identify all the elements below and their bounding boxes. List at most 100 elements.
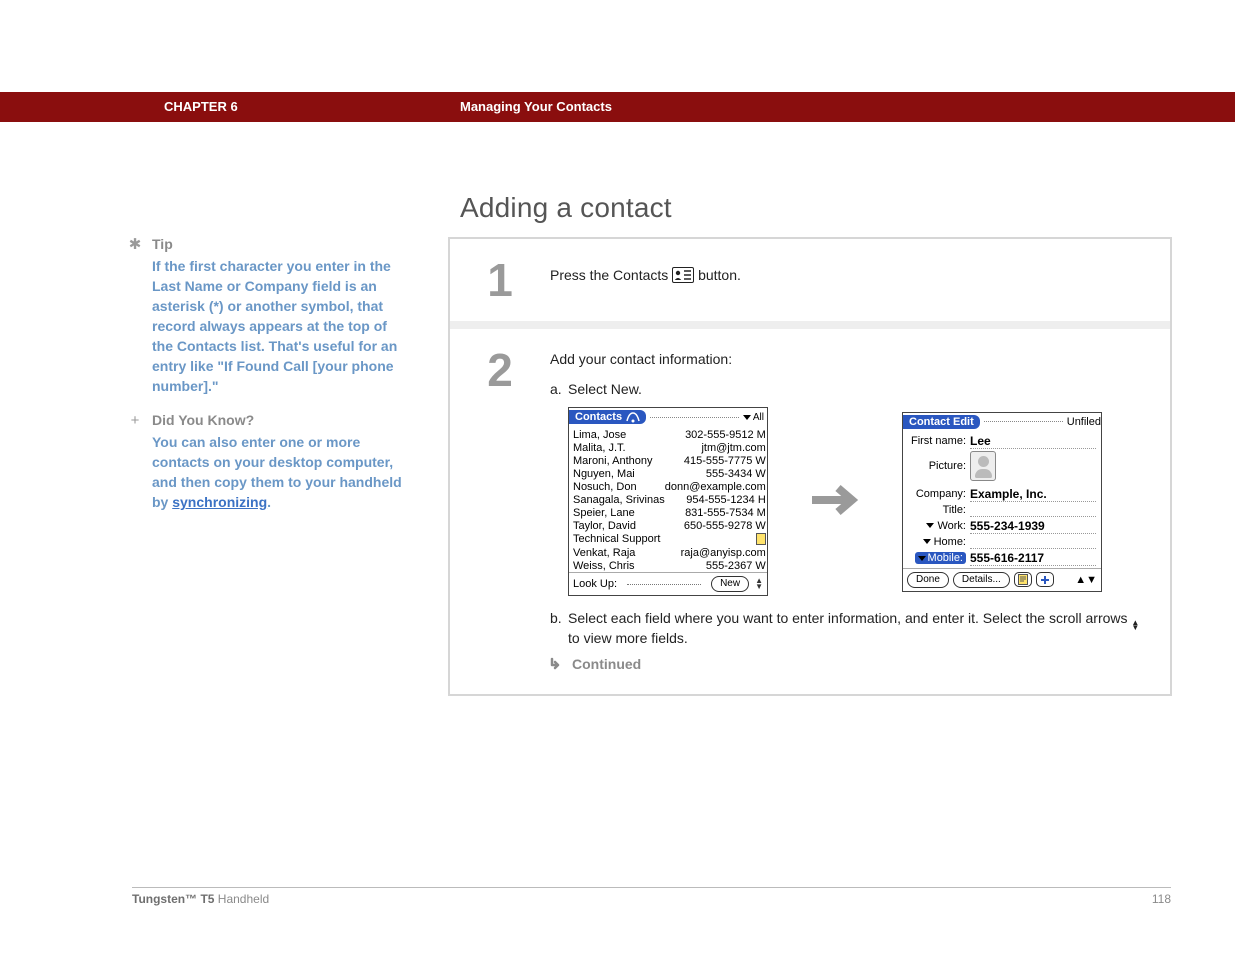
company-label: Company: xyxy=(908,488,970,500)
contact-value: raja@anyisp.com xyxy=(665,546,766,559)
sidebar: ✱ Tip If the first character you enter i… xyxy=(128,236,408,528)
contact-name: Weiss, Chris xyxy=(573,559,665,572)
mobile-label-text: Mobile: xyxy=(928,552,963,564)
contact-name: Technical Support xyxy=(573,532,665,546)
contact-name: Nosuch, Don xyxy=(573,480,665,493)
mobile-field[interactable]: 555-616-2117 xyxy=(970,551,1096,566)
done-button[interactable]: Done xyxy=(907,572,949,588)
plus-icon: + xyxy=(128,412,142,430)
contact-value: donn@example.com xyxy=(665,480,766,493)
step-2-content: Add your contact information: a. Select … xyxy=(550,329,1170,694)
contact-value: 415-555-7775 W xyxy=(665,454,766,467)
palm-contacts-screen: Contacts All xyxy=(568,407,768,596)
picture-placeholder-icon[interactable] xyxy=(970,451,996,481)
lookup-input[interactable] xyxy=(627,584,701,585)
new-button[interactable]: New xyxy=(711,576,749,592)
step-1-text-b: button. xyxy=(698,267,741,283)
step-1-number: 1 xyxy=(450,239,550,321)
synchronizing-link[interactable]: synchronizing xyxy=(172,494,267,510)
add-button[interactable] xyxy=(1036,572,1054,587)
palm-edit-screen: Contact Edit Unfiled First name: Lee xyxy=(902,412,1102,592)
chevron-down-icon xyxy=(923,539,931,544)
palm-category-text: All xyxy=(753,412,764,423)
contact-value: jtm@jtm.com xyxy=(665,441,766,454)
palm-edit-category[interactable]: Unfiled xyxy=(1067,416,1101,428)
details-button[interactable]: Details... xyxy=(953,572,1010,588)
firstname-field[interactable]: Lee xyxy=(970,434,1096,449)
tip-body: If the first character you enter in the … xyxy=(152,256,408,396)
title-label: Title: xyxy=(908,504,970,516)
tip-block: ✱ Tip If the first character you enter i… xyxy=(128,236,408,396)
list-item[interactable]: Malita, J.T.jtm@jtm.com xyxy=(573,441,766,454)
list-item[interactable]: Taylor, David650-555-9278 W xyxy=(573,519,766,532)
list-item[interactable]: Maroni, Anthony415-555-7775 W xyxy=(573,454,766,467)
lookup-label: Look Up: xyxy=(573,578,617,590)
palm-category-selector[interactable]: All xyxy=(743,412,767,423)
home-field[interactable] xyxy=(970,536,1096,549)
work-label-text: Work: xyxy=(937,520,966,532)
step-1-text-a: Press the Contacts xyxy=(550,267,672,283)
work-field[interactable]: 555-234-1939 xyxy=(970,519,1096,534)
scroll-arrows-icon[interactable]: ▲▼ xyxy=(1075,574,1097,586)
palm-edit-title: Contact Edit xyxy=(903,415,980,429)
title-field[interactable] xyxy=(970,504,1096,517)
list-item[interactable]: Lima, Jose302-555-9512 M xyxy=(573,428,766,441)
palm-contacts-title-text: Contacts xyxy=(575,411,622,423)
dyk-title: Did You Know? xyxy=(152,412,254,428)
palm-contacts-title: Contacts xyxy=(569,410,646,424)
product-name: Tungsten™ T5 Handheld xyxy=(132,892,269,906)
beam-icon xyxy=(626,412,640,423)
list-item[interactable]: Nguyen, Mai555-3434 W xyxy=(573,467,766,480)
work-label[interactable]: Work: xyxy=(908,520,970,532)
contact-name: Maroni, Anthony xyxy=(573,454,665,467)
scroll-arrows-icon: ▲▼ xyxy=(1131,620,1139,630)
scroll-arrows-icon[interactable]: ▲▼ xyxy=(755,578,763,590)
palm-contacts-list[interactable]: Lima, Jose302-555-9512 MMalita, J.T.jtm@… xyxy=(569,426,767,572)
asterisk-icon: ✱ xyxy=(128,236,142,254)
contact-value: 954-555-1234 H xyxy=(665,493,766,506)
contact-name: Malita, J.T. xyxy=(573,441,665,454)
mobile-label[interactable]: Mobile: xyxy=(908,552,970,565)
list-item[interactable]: Weiss, Chris555-2367 W xyxy=(573,559,766,572)
contact-value: 302-555-9512 M xyxy=(665,428,766,441)
list-item[interactable]: Venkat, Rajaraja@anyisp.com xyxy=(573,546,766,559)
dyk-block: + Did You Know? You can also enter one o… xyxy=(128,412,408,512)
arrow-right-icon xyxy=(808,480,862,523)
product-name-bold: Tungsten™ T5 xyxy=(132,892,214,906)
dyk-suffix: . xyxy=(267,494,271,510)
list-item[interactable]: Speier, Lane831-555-7534 M xyxy=(573,506,766,519)
page-heading: Adding a contact xyxy=(460,192,672,224)
list-item[interactable]: Technical Support xyxy=(573,532,766,546)
step-1: 1 Press the Contacts button. xyxy=(450,239,1170,329)
step-2b: b. Select each field where you want to e… xyxy=(550,610,1154,646)
tip-title: Tip xyxy=(152,236,173,252)
note-icon xyxy=(1018,574,1028,585)
list-item[interactable]: Nosuch, Dondonn@example.com xyxy=(573,480,766,493)
note-button[interactable] xyxy=(1014,572,1032,587)
picture-label: Picture: xyxy=(908,460,970,472)
company-field[interactable]: Example, Inc. xyxy=(970,487,1096,502)
note-icon xyxy=(756,533,766,545)
contacts-button-icon xyxy=(672,267,694,283)
list-item[interactable]: Sanagala, Srivinas954-555-1234 H xyxy=(573,493,766,506)
home-label[interactable]: Home: xyxy=(908,536,970,548)
chapter-label: CHAPTER 6 xyxy=(164,99,238,114)
palm-edit-form: First name: Lee Picture: Company: Exampl… xyxy=(903,431,1101,566)
chevron-down-icon xyxy=(926,523,934,528)
step-2b-letter: b. xyxy=(550,610,562,626)
plus-icon xyxy=(1040,575,1050,585)
step-2a-letter: a. xyxy=(550,381,562,397)
step-2-intro: Add your contact information: xyxy=(550,351,1154,367)
contact-name: Speier, Lane xyxy=(573,506,665,519)
step-2b-text-1: Select each field where you want to ente… xyxy=(568,610,1131,626)
home-label-text: Home: xyxy=(934,536,966,548)
contact-value: 555-2367 W xyxy=(665,559,766,572)
step-2b-text-2: to view more fields. xyxy=(568,630,688,646)
steps-panel: 1 Press the Contacts button. xyxy=(448,237,1172,696)
step-1-content: Press the Contacts button. xyxy=(550,239,1170,311)
step-2: 2 Add your contact information: a. Selec… xyxy=(450,329,1170,694)
step-2a-text: Select New. xyxy=(568,381,642,397)
step-2-number: 2 xyxy=(450,329,550,411)
contact-name: Sanagala, Srivinas xyxy=(573,493,665,506)
step-2a: a. Select New. xyxy=(550,381,1154,397)
